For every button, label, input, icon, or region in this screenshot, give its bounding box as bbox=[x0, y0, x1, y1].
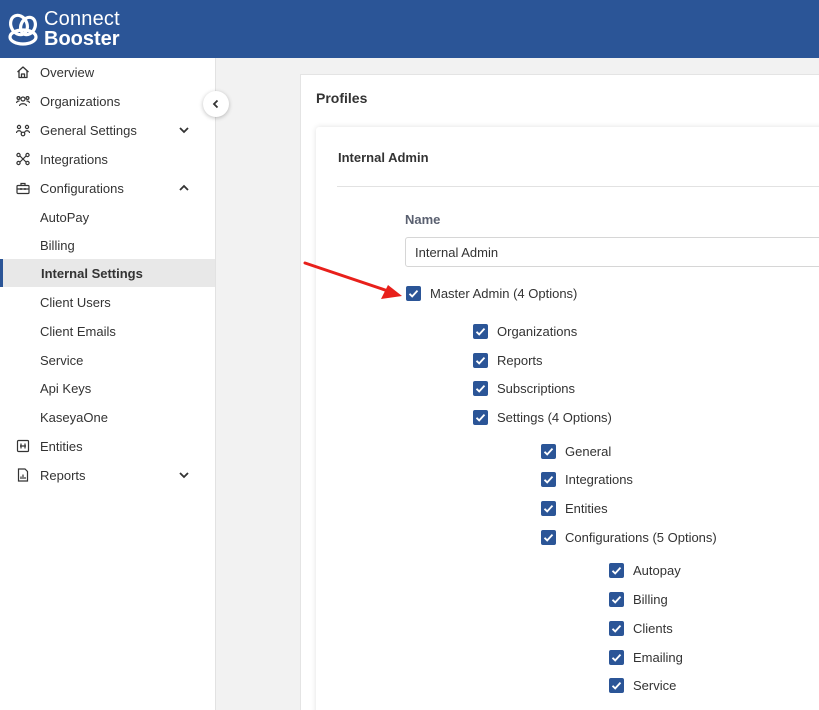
sidebar-item-label: Organizations bbox=[40, 94, 121, 109]
sidebar-item-service[interactable]: Service bbox=[0, 346, 215, 374]
check-icon bbox=[609, 650, 624, 665]
sidebar-item-autopay[interactable]: AutoPay bbox=[0, 203, 215, 231]
users-icon bbox=[16, 95, 30, 107]
logo-text-connect: Connect bbox=[44, 8, 120, 30]
check-icon bbox=[406, 286, 421, 301]
check-icon bbox=[609, 592, 624, 607]
checkbox-label: Integrations bbox=[565, 472, 633, 487]
home-icon bbox=[17, 66, 29, 79]
checkbox-label: General bbox=[565, 444, 612, 459]
sidebar-item-billing[interactable]: Billing bbox=[0, 231, 215, 259]
check-icon bbox=[541, 530, 556, 545]
check-icon bbox=[609, 563, 624, 578]
checkbox-label: Autopay bbox=[633, 563, 681, 578]
checkbox-label: Organizations bbox=[497, 324, 578, 339]
name-field[interactable] bbox=[405, 237, 819, 267]
chevron-left-icon bbox=[212, 99, 219, 109]
sidebar-item-organizations[interactable]: Organizations bbox=[0, 87, 215, 115]
sidebar-item-reports[interactable]: Reports bbox=[0, 461, 215, 489]
checkbox-billing[interactable]: Billing bbox=[609, 592, 668, 607]
check-icon bbox=[473, 410, 488, 425]
checkbox-label: Master Admin (4 Options) bbox=[430, 286, 578, 301]
checkbox-autopay[interactable]: Autopay bbox=[609, 563, 681, 578]
sidebar-item-label: Integrations bbox=[40, 152, 108, 167]
nodes-icon bbox=[16, 152, 30, 166]
checkbox-integrations[interactable]: Integrations bbox=[541, 472, 633, 487]
sidebar-item-label: Api Keys bbox=[40, 381, 92, 396]
sidebar-item-client-emails[interactable]: Client Emails bbox=[0, 317, 215, 345]
sidebar-item-label: General Settings bbox=[40, 123, 137, 138]
sidebar-item-label: Entities bbox=[40, 439, 83, 454]
sidebar-item-internal-settings[interactable]: Internal Settings bbox=[0, 259, 215, 287]
sidebar-item-label: Reports bbox=[40, 468, 86, 483]
sidebar-item-label: AutoPay bbox=[40, 210, 90, 225]
checkbox-master-admin[interactable]: Master Admin (4 Options) bbox=[406, 286, 577, 301]
checkbox-entities[interactable]: Entities bbox=[541, 501, 608, 516]
chevron-down-icon bbox=[179, 472, 189, 479]
checkbox-label: Service bbox=[633, 678, 677, 693]
logo-text-booster: Booster bbox=[44, 28, 120, 50]
checkbox-service[interactable]: Service bbox=[609, 678, 676, 693]
checkbox-settings[interactable]: Settings (4 Options) bbox=[473, 410, 612, 425]
check-icon bbox=[473, 324, 488, 339]
checkbox-label: Subscriptions bbox=[497, 381, 576, 396]
sidebar-item-label: KaseyaOne bbox=[40, 410, 108, 425]
checkbox-label: Emailing bbox=[633, 650, 683, 665]
sidebar-item-integrations[interactable]: Integrations bbox=[0, 145, 215, 173]
check-icon bbox=[541, 501, 556, 516]
section-title: Profiles bbox=[316, 90, 368, 106]
report-icon bbox=[17, 468, 29, 482]
profile-title: Internal Admin bbox=[338, 150, 429, 165]
checkbox-label: Reports bbox=[497, 353, 543, 368]
check-icon bbox=[541, 444, 556, 459]
check-icon bbox=[609, 678, 624, 693]
sidebar-item-overview[interactable]: Overview bbox=[0, 58, 215, 86]
sidebar-item-configurations[interactable]: Configurations bbox=[0, 174, 215, 202]
check-icon bbox=[609, 621, 624, 636]
connectbooster-logo-icon bbox=[8, 13, 38, 46]
checkbox-reports[interactable]: Reports bbox=[473, 353, 543, 368]
sidebar-item-label: Configurations bbox=[40, 181, 124, 196]
checkbox-organizations[interactable]: Organizations bbox=[473, 324, 577, 339]
sidebar-item-label: Client Users bbox=[40, 295, 111, 310]
checkbox-label: Settings (4 Options) bbox=[497, 410, 612, 425]
sidebar-item-label: Internal Settings bbox=[41, 266, 143, 281]
sidebar-item-entities[interactable]: Entities bbox=[0, 432, 215, 460]
chevron-down-icon bbox=[179, 127, 189, 134]
checkbox-label: Billing bbox=[633, 592, 668, 607]
checkbox-label: Clients bbox=[633, 621, 673, 636]
top-bar: Connect Booster bbox=[0, 0, 819, 58]
name-field-label: Name bbox=[405, 212, 441, 227]
sidebar-item-label: Client Emails bbox=[40, 324, 116, 339]
sidebar: Overview Organizations General Settings … bbox=[0, 58, 216, 710]
toolbox-icon bbox=[16, 182, 30, 195]
sidebar-item-api-keys[interactable]: Api Keys bbox=[0, 374, 215, 402]
check-icon bbox=[541, 472, 556, 487]
check-icon bbox=[473, 353, 488, 368]
sidebar-item-general-settings[interactable]: General Settings bbox=[0, 116, 215, 144]
sidebar-collapse-button[interactable] bbox=[203, 91, 229, 117]
checkbox-general[interactable]: General bbox=[541, 444, 611, 459]
logo[interactable]: Connect Booster bbox=[6, 8, 120, 50]
checkbox-label: Configurations (5 Options) bbox=[565, 530, 717, 545]
chevron-up-icon bbox=[179, 184, 189, 191]
sidebar-item-label: Overview bbox=[40, 65, 95, 80]
people-settings-icon bbox=[16, 124, 30, 137]
sidebar-item-kaseyaone[interactable]: KaseyaOne bbox=[0, 403, 215, 431]
checkbox-subscriptions[interactable]: Subscriptions bbox=[473, 381, 575, 396]
checkbox-configurations[interactable]: Configurations (5 Options) bbox=[541, 530, 717, 545]
divider bbox=[337, 186, 819, 187]
sidebar-item-label: Billing bbox=[40, 238, 75, 253]
checkbox-label: Entities bbox=[565, 501, 608, 516]
sidebar-item-client-users[interactable]: Client Users bbox=[0, 288, 215, 316]
checkbox-emailing[interactable]: Emailing bbox=[609, 650, 683, 665]
sidebar-item-label: Service bbox=[40, 353, 84, 368]
check-icon bbox=[473, 381, 488, 396]
checkbox-clients[interactable]: Clients bbox=[609, 621, 673, 636]
grid-icon bbox=[16, 439, 30, 453]
